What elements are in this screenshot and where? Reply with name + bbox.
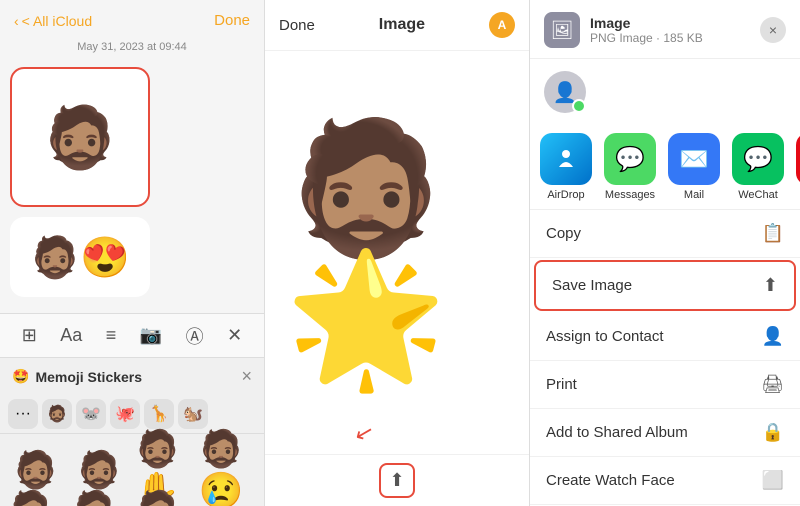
action-watch-face[interactable]: Create Watch Face ⬜: [530, 457, 800, 505]
share-icon: ⬆: [389, 470, 404, 490]
action-copy[interactable]: Copy 📋: [530, 210, 800, 258]
message-bubble-selected[interactable]: 🧔🏽: [10, 67, 150, 207]
emoji-sticker-2: 🧔🏽😍: [10, 217, 150, 297]
sticker-emoji-icon: 🤩: [12, 368, 29, 385]
share-app-wechat[interactable]: 💬 WeChat: [732, 133, 784, 201]
save-image-label: Save Image: [552, 277, 632, 294]
message-toolbar: ⊞ Aa ≡ 📷 Ⓐ ✕: [0, 313, 264, 357]
netflix-icon: N: [796, 133, 800, 185]
action-assign-contact[interactable]: Assign to Contact 👤: [530, 313, 800, 361]
panel-messages: ‹ < All iCloud Done May 31, 2023 at 09:4…: [0, 0, 265, 506]
sticker-tab-giraffe[interactable]: 🦒: [144, 399, 174, 429]
assign-contact-label: Assign to Contact: [546, 328, 664, 345]
print-label: Print: [546, 376, 577, 393]
file-type: PNG Image · 185 KB: [590, 31, 703, 45]
panel-1-header: ‹ < All iCloud Done: [0, 0, 264, 35]
circle-a-button[interactable]: A: [489, 12, 515, 38]
sticker-panel: 🤩 Memoji Stickers × ··· 🧔🏽 🐭 🐙 🦒 🐿️ 🧔🏽 🧔…: [0, 357, 264, 506]
wechat-label: WeChat: [738, 189, 778, 201]
close-sticker-button[interactable]: ×: [241, 366, 252, 387]
done-button-1[interactable]: Done: [214, 12, 250, 29]
airdrop-label: AirDrop: [547, 189, 584, 201]
sticker-grid: 🧔🏽 🧔🏽 🧔🏽✋ 🧔🏽😢 🧔🏽😍 🧔🏽🤩 🧔🏽👩‍🍳: [0, 434, 264, 506]
file-name: Image: [590, 15, 703, 31]
timestamp: May 31, 2023 at 09:44: [0, 41, 264, 53]
sticker-tab-squirrel[interactable]: 🐿️: [178, 399, 208, 429]
watch-face-icon: ⬜: [762, 470, 784, 491]
assign-contact-icon: 👤: [762, 326, 784, 347]
emoji-sticker-1: 🧔🏽: [12, 69, 148, 205]
share-app-airdrop[interactable]: AirDrop: [540, 133, 592, 201]
action-print[interactable]: Print 🖨: [530, 361, 800, 409]
messages-label: Messages: [605, 189, 655, 201]
circle-a-icon[interactable]: Ⓐ: [186, 323, 204, 349]
sticker-item-4[interactable]: 🧔🏽😢: [199, 442, 254, 497]
file-info: 🖼 Image PNG Image · 185 KB: [544, 12, 703, 48]
grid-icon[interactable]: ⊞: [22, 325, 37, 346]
file-details: Image PNG Image · 185 KB: [590, 15, 703, 45]
sticker-tab-face[interactable]: 🧔🏽: [42, 399, 72, 429]
contact-avatar: 👤: [544, 71, 586, 113]
file-icon: 🖼: [544, 12, 580, 48]
share-app-netflix[interactable]: N Netfl...: [796, 133, 800, 201]
sticker-tab-mouse[interactable]: 🐭: [76, 399, 106, 429]
share-app-mail[interactable]: ✉️ Mail: [668, 133, 720, 201]
save-image-icon: ⬆: [763, 275, 778, 296]
print-icon: 🖨: [761, 374, 784, 395]
shared-album-icon: 🔒: [762, 422, 784, 443]
watch-face-label: Create Watch Face: [546, 472, 675, 489]
share-apps-row: AirDrop 💬 Messages ✉️ Mail 💬 WeChat N Ne…: [530, 125, 800, 210]
share-contact-row: 👤: [530, 59, 800, 125]
done-button-2[interactable]: Done: [279, 17, 315, 34]
sticker-header: 🤩 Memoji Stickers ×: [0, 358, 264, 395]
sticker-tab-more[interactable]: ···: [8, 399, 38, 429]
messages-icon: 💬: [604, 133, 656, 185]
wechat-icon: 💬: [732, 133, 784, 185]
bullets-icon[interactable]: ≡: [106, 325, 117, 346]
share-actions-list: Copy 📋 Save Image ⬆ Assign to Contact 👤 …: [530, 210, 800, 506]
shared-album-label: Add to Shared Album: [546, 424, 688, 441]
share-app-messages[interactable]: 💬 Messages: [604, 133, 656, 201]
message-bubble-2[interactable]: 🧔🏽😍: [10, 217, 150, 297]
panel-share-sheet: 🖼 Image PNG Image · 185 KB × 👤 AirDrop 💬: [530, 0, 800, 506]
panel-image-viewer: Done Image A 🧔🏽🌟 ↙ ⬆: [265, 0, 530, 506]
mail-label: Mail: [684, 189, 704, 201]
sticker-tab-octopus[interactable]: 🐙: [110, 399, 140, 429]
text-icon[interactable]: Aa: [60, 325, 82, 346]
airdrop-icon: [540, 133, 592, 185]
panel-2-header: Done Image A: [265, 0, 529, 51]
action-shared-album[interactable]: Add to Shared Album 🔒: [530, 409, 800, 457]
copy-label: Copy: [546, 225, 581, 242]
copy-icon: 📋: [762, 223, 784, 244]
close-toolbar-icon[interactable]: ✕: [227, 325, 242, 346]
contact-online-badge: [572, 99, 586, 113]
back-label[interactable]: < All iCloud: [22, 13, 92, 29]
share-header: 🖼 Image PNG Image · 185 KB ×: [530, 0, 800, 59]
back-button[interactable]: ‹ < All iCloud: [14, 13, 92, 29]
sticker-title: 🤩 Memoji Stickers: [12, 368, 142, 385]
close-share-button[interactable]: ×: [760, 17, 786, 43]
main-emoji-image: 🧔🏽🌟: [285, 123, 509, 383]
share-button[interactable]: ⬆: [379, 463, 414, 498]
sticker-title-label: Memoji Stickers: [35, 369, 142, 385]
message-area: 🧔🏽 🧔🏽😍: [0, 59, 264, 313]
action-save-image[interactable]: Save Image ⬆: [534, 260, 796, 311]
chevron-left-icon: ‹: [14, 13, 19, 29]
camera-icon[interactable]: 📷: [140, 325, 162, 346]
image-title: Image: [379, 16, 425, 34]
image-container: 🧔🏽🌟: [265, 51, 529, 454]
mail-icon: ✉️: [668, 133, 720, 185]
